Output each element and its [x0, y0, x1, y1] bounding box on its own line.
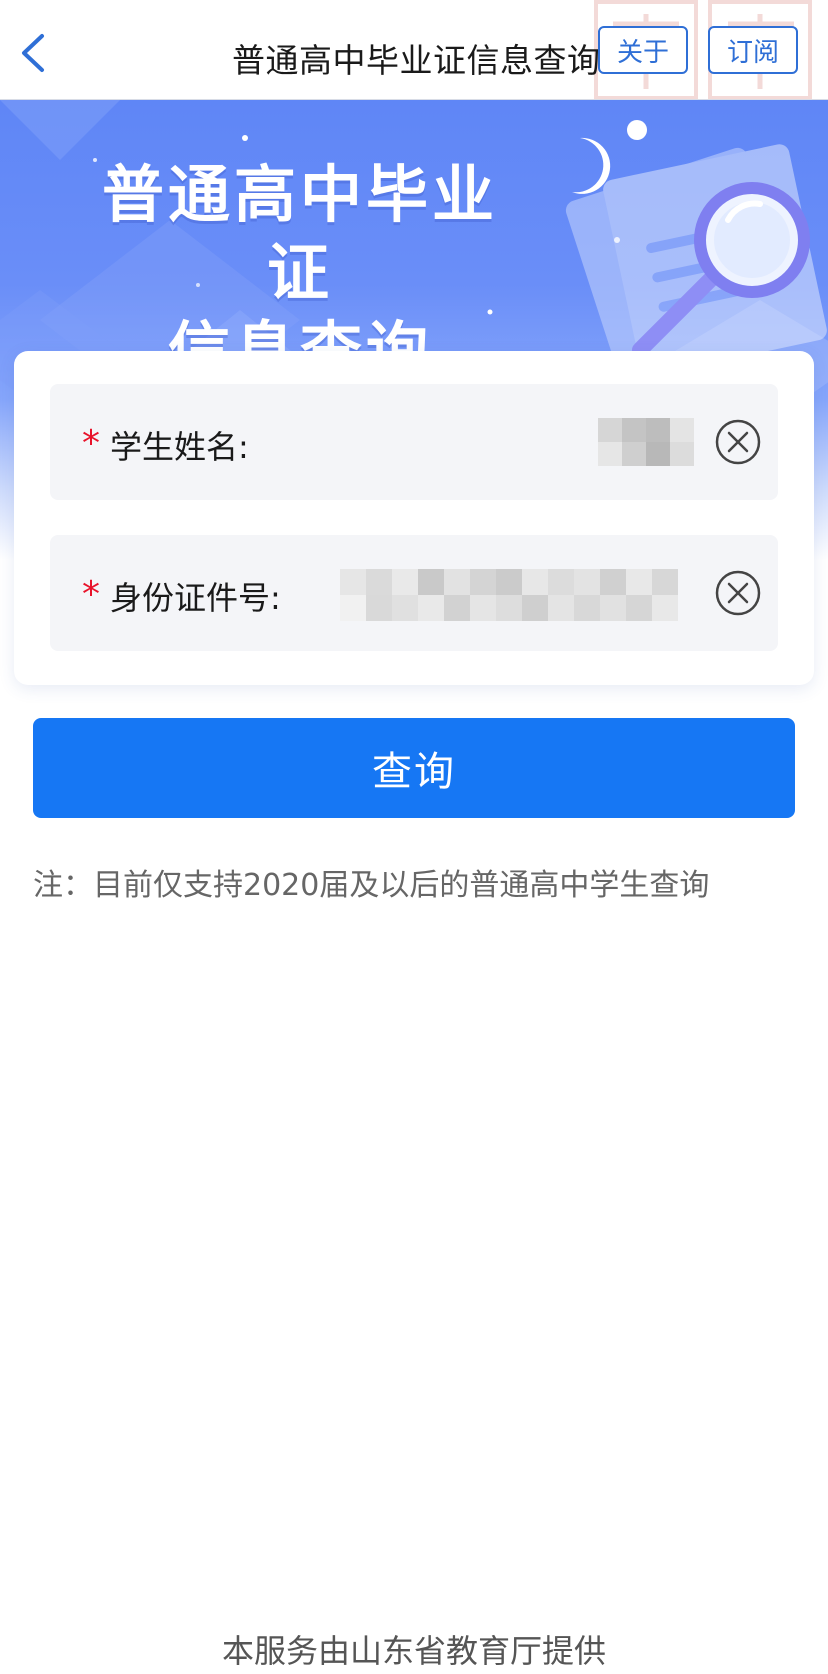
student-name-input[interactable] [520, 420, 714, 472]
clear-id-number-button[interactable] [714, 569, 762, 617]
service-provider-footer: 本服务由山东省教育厅提供 [221, 1632, 606, 1670]
close-circle-icon [715, 570, 761, 616]
query-button[interactable]: 查询 [33, 718, 795, 818]
top-navigation-bar: 普通高中毕业证信息查询 关于 订阅 [0, 0, 828, 100]
id-number-field: * 身份证件号: [50, 535, 778, 651]
close-circle-icon [715, 419, 761, 465]
required-asterisk: * [82, 423, 100, 464]
about-button[interactable]: 关于 [598, 26, 688, 74]
subscribe-button[interactable]: 订阅 [708, 26, 798, 74]
id-number-input[interactable] [340, 571, 714, 623]
query-form-card: * 学生姓名: * 身份证件号: [14, 351, 814, 685]
id-number-label: 身份证件号: [110, 579, 281, 617]
student-name-label: 学生姓名: [110, 428, 249, 466]
query-note: 注：目前仅支持2020届及以后的普通高中学生查询 [33, 868, 710, 903]
chevron-left-icon [22, 34, 44, 72]
clear-name-button[interactable] [714, 418, 762, 466]
required-asterisk: * [82, 574, 100, 615]
student-name-field: * 学生姓名: [50, 384, 778, 500]
back-button[interactable] [14, 30, 54, 76]
page-title: 普通高中毕业证信息查询 [232, 41, 601, 80]
banner-title-line1: 普通高中毕业证 [101, 158, 498, 309]
